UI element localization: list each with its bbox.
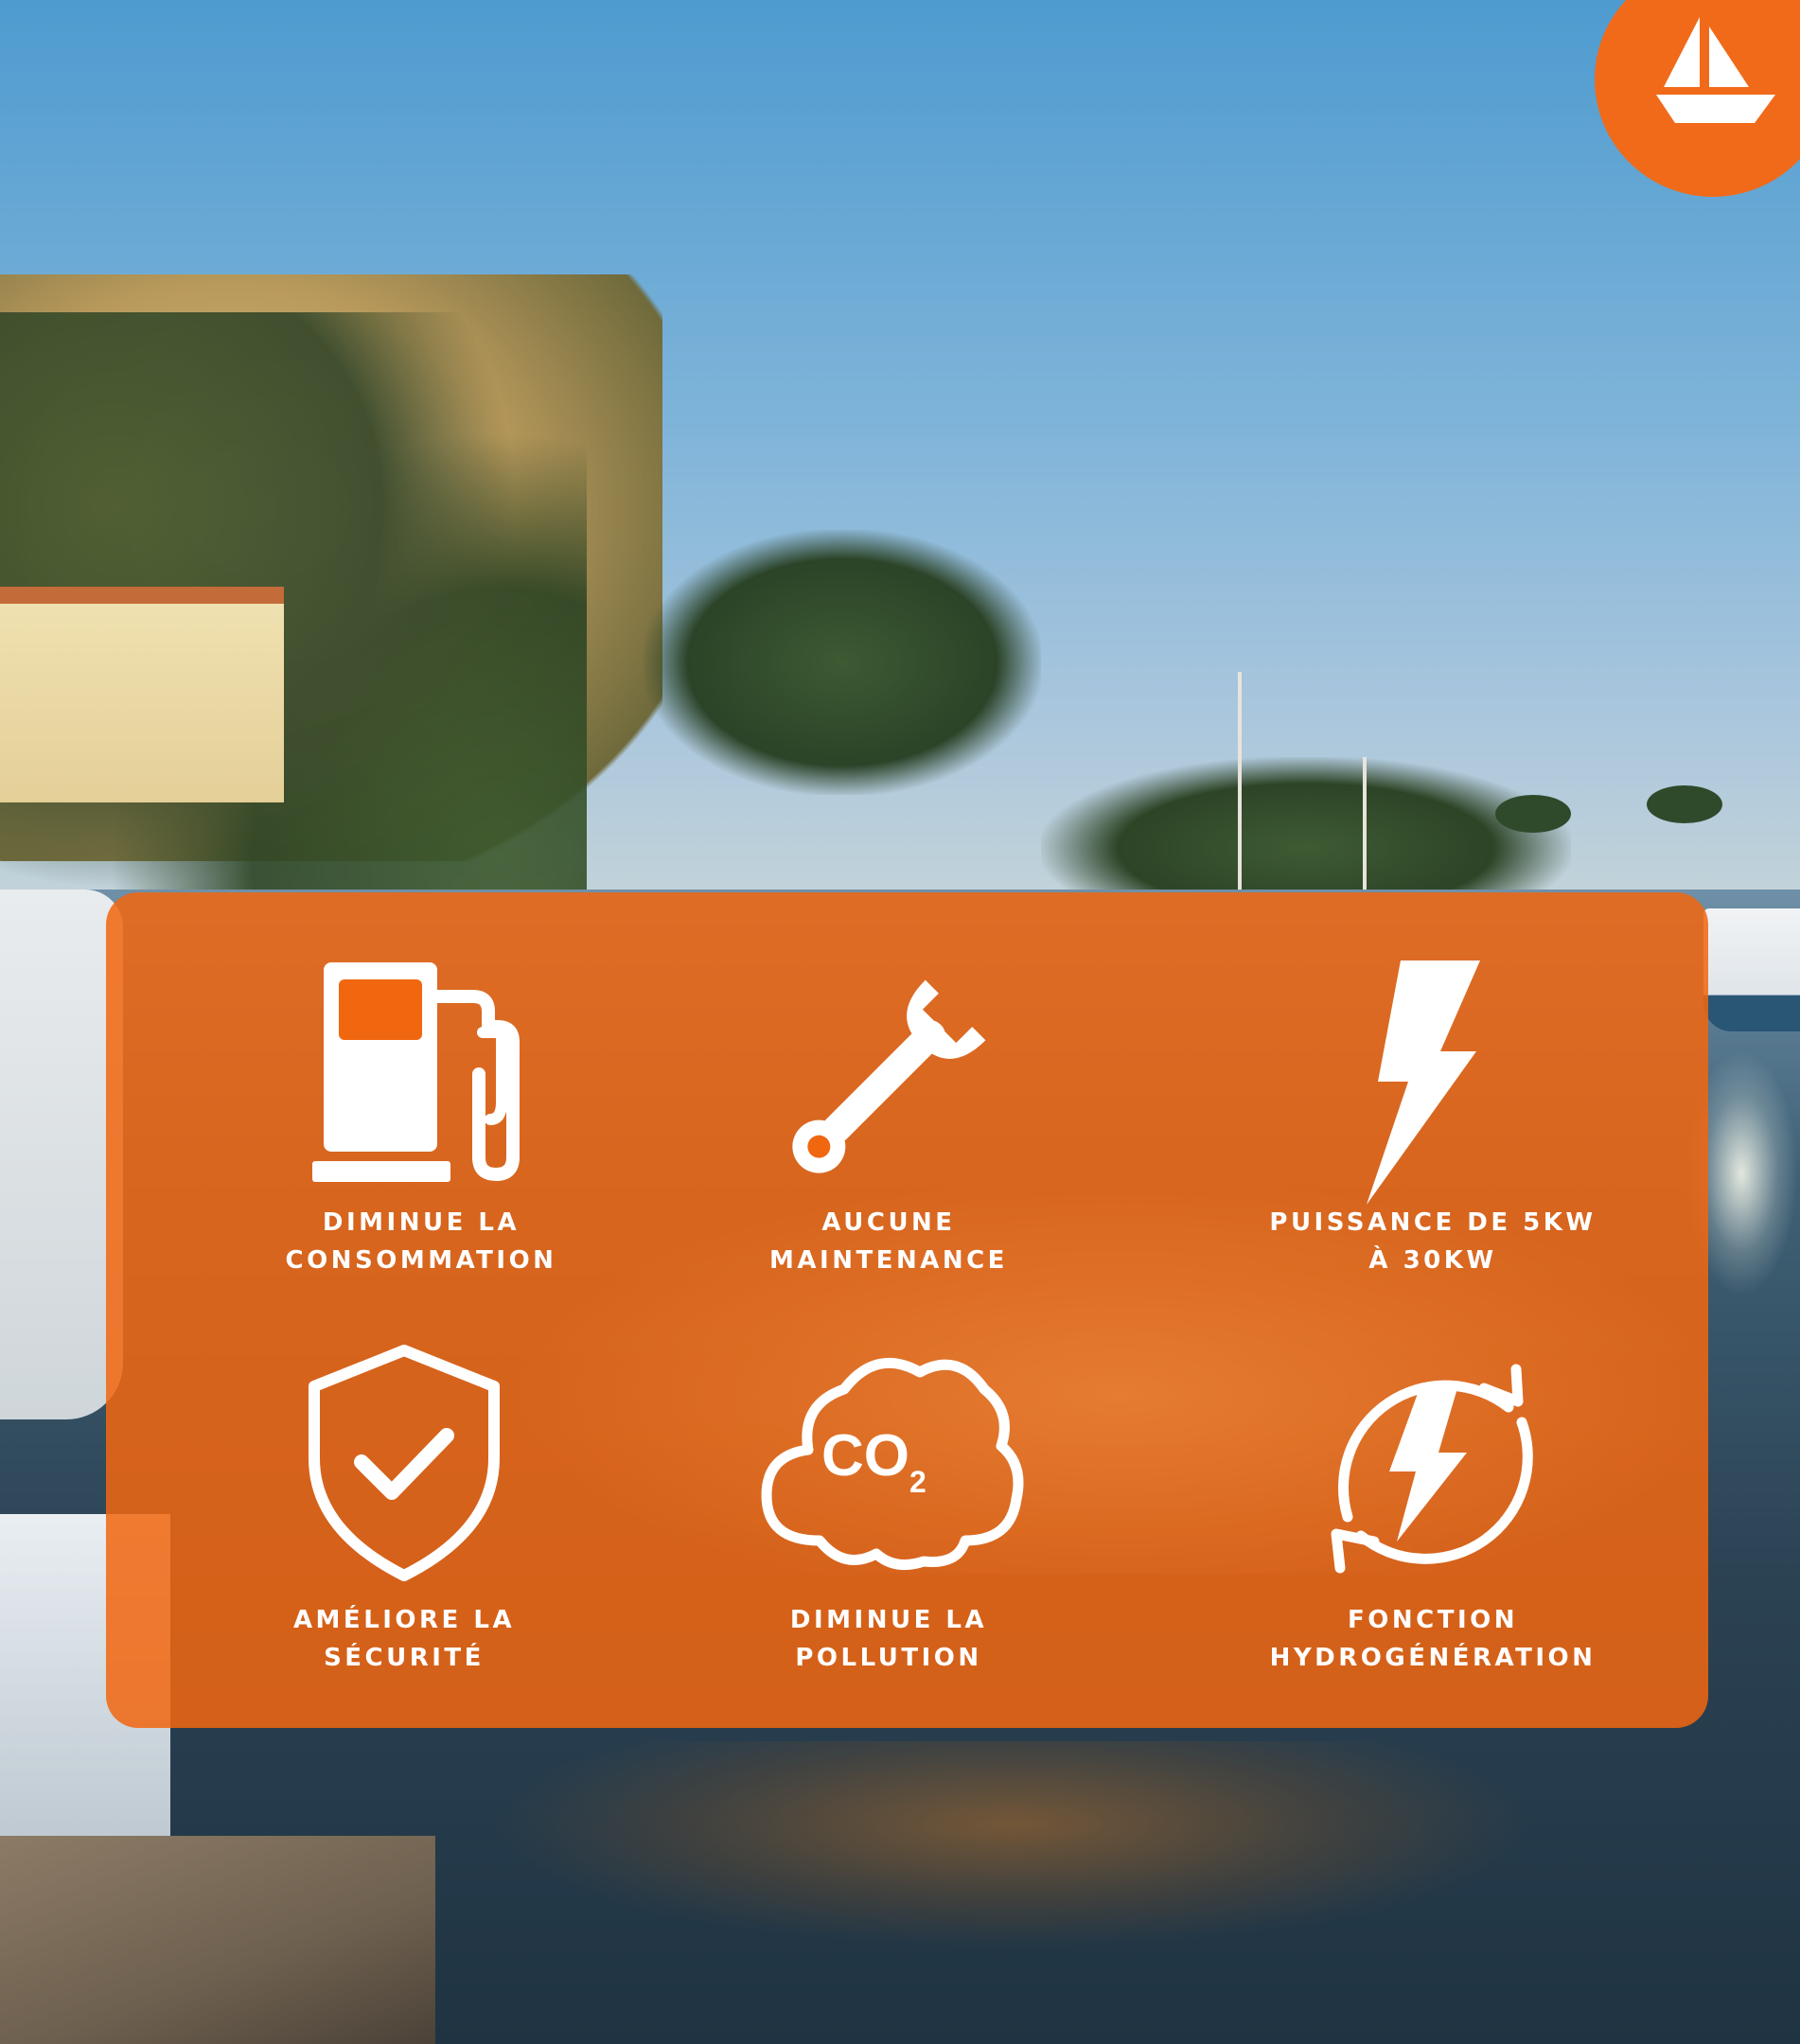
feature-label-securite: AMÉLIORE LA SÉCURITÉ: [292, 1606, 516, 1672]
feature-label-puissance: PUISSANCE DE 5KW À 30KW: [1269, 1208, 1597, 1275]
co2-cloud-icon: CO2: [753, 1351, 1028, 1571]
pine-tree: [644, 530, 1041, 795]
boat-reflection: [492, 1741, 1533, 1949]
boat-left: [0, 890, 123, 1419]
lightning-bolt-icon: [1367, 960, 1480, 1205]
hydrogeneration-cycle-icon: [1331, 1364, 1533, 1574]
features-panel: DIMINUE LA CONSOMMATION AUCUNE MAINTENANCE…: [106, 892, 1708, 1728]
feature-label-hydrogeneration: FONCTION HYDROGÉNÉRATION: [1269, 1606, 1597, 1672]
building: [0, 587, 284, 802]
trees-middle: [1041, 757, 1571, 908]
palm-tree: [1495, 795, 1571, 833]
feature-label-pollution: DIMINUE LA POLLUTION: [789, 1606, 988, 1672]
fuel-pump-icon: [312, 962, 520, 1182]
sailboat-icon: [1656, 17, 1775, 123]
mast: [1238, 672, 1242, 899]
co2-subscript: 2: [909, 1465, 926, 1499]
co2-text: CO: [821, 1423, 909, 1489]
feature-label-maintenance: AUCUNE MAINTENANCE: [769, 1208, 1008, 1275]
wrench-icon: [792, 979, 986, 1173]
lamp-post: [1363, 757, 1367, 899]
feature-label-consommation: DIMINUE LA CONSOMMATION: [285, 1208, 557, 1275]
boat-right: [1703, 908, 1800, 1031]
dock: [0, 1836, 435, 2044]
shield-check-icon: [309, 1345, 500, 1581]
palm-tree: [1647, 785, 1722, 823]
